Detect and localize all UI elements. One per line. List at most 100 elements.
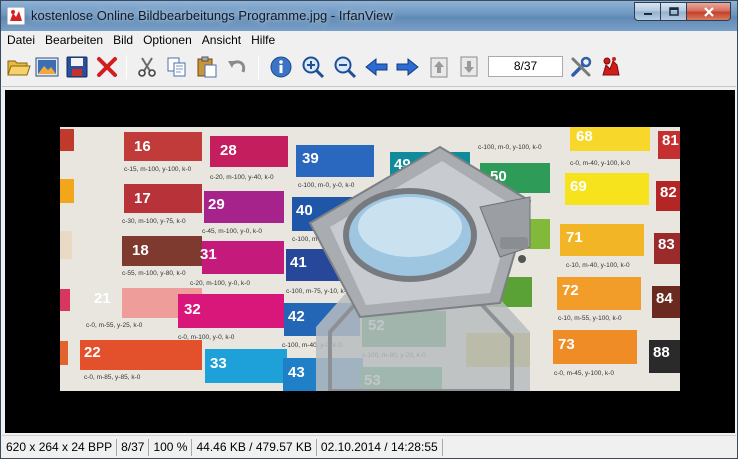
swatch-number-32: 32 xyxy=(184,301,201,318)
swatch-number-39: 39 xyxy=(302,150,319,167)
swatch-number-72: 72 xyxy=(562,282,579,299)
swatch-number-82: 82 xyxy=(660,184,677,201)
delete-button[interactable] xyxy=(94,54,120,80)
previous-page-icon xyxy=(430,57,448,78)
swatch-number-83: 83 xyxy=(658,236,675,253)
swatch-number-43: 43 xyxy=(288,364,305,381)
swatch-caption: c-30, m-100, y-75, k-0 xyxy=(122,218,186,225)
swatch-caption: c-100, m-75, y-10, k-0 xyxy=(286,288,350,295)
swatch-caption: c-0, m-45, y-100, k-0 xyxy=(554,370,614,377)
settings-button[interactable] xyxy=(568,54,594,80)
menu-bild[interactable]: Bild xyxy=(108,33,138,47)
zoom-out-button[interactable] xyxy=(332,54,358,80)
page-indicator[interactable]: 8/37 xyxy=(488,56,563,77)
next-page-button[interactable] xyxy=(456,54,482,80)
swatch-number-69: 69 xyxy=(570,178,587,195)
swatch-number-33: 33 xyxy=(210,355,227,372)
swatch-number-73: 73 xyxy=(558,336,575,353)
displayed-image: 16 17 18 21 22 28 29 31 32 33 39 40 41 4… xyxy=(60,127,680,391)
menu-bar: Datei Bearbeiten Bild Optionen Ansicht H… xyxy=(2,31,736,49)
status-datetime: 02.10.2014 / 14:28:55 xyxy=(317,438,443,456)
paste-button[interactable] xyxy=(194,54,220,80)
window-title: kostenlose Online Bildbearbeitungs Progr… xyxy=(31,8,393,23)
status-zoom: 100 % xyxy=(149,438,193,456)
copy-icon xyxy=(167,57,186,77)
status-index: 8/37 xyxy=(117,438,150,456)
window-controls xyxy=(634,2,731,21)
menu-hilfe[interactable]: Hilfe xyxy=(246,33,280,47)
next-image-button[interactable] xyxy=(394,54,420,80)
close-icon xyxy=(703,6,714,17)
toolbar-separator xyxy=(126,55,127,79)
swatch-caption: c-55, m-100, y-80, k-0 xyxy=(122,270,186,277)
open-button[interactable] xyxy=(6,54,32,80)
color-chart-photo: 16 17 18 21 22 28 29 31 32 33 39 40 41 4… xyxy=(60,127,680,391)
title-bar[interactable]: kostenlose Online Bildbearbeitungs Progr… xyxy=(1,1,737,31)
undo-icon xyxy=(228,60,246,73)
swatch-number-16: 16 xyxy=(134,138,151,155)
irfanview-window: kostenlose Online Bildbearbeitungs Progr… xyxy=(0,0,738,459)
info-icon xyxy=(270,56,292,78)
swatch-caption: c-100, m-0, y-100, k-0 xyxy=(478,144,542,151)
swatch-number-17: 17 xyxy=(134,190,151,207)
thumbnails-button[interactable] xyxy=(34,54,60,80)
minimize-icon xyxy=(643,12,652,15)
thumbnails-icon xyxy=(35,57,59,77)
delete-icon xyxy=(97,57,117,77)
maximize-icon xyxy=(668,7,679,16)
zoom-in-icon xyxy=(302,56,325,79)
swatch-number-29: 29 xyxy=(208,196,225,213)
swatch-caption: c-100, m-0, y-0, k-0 xyxy=(298,182,355,189)
cut-button[interactable] xyxy=(134,54,160,80)
image-viewer[interactable]: 16 17 18 21 22 28 29 31 32 33 39 40 41 4… xyxy=(5,90,735,433)
irfanview-icon xyxy=(602,57,620,76)
maximize-button[interactable] xyxy=(661,2,687,21)
swatch-caption: c-10, m-40, y-100, k-0 xyxy=(566,262,630,269)
swatch-caption: c-0, m-85, y-85, k-0 xyxy=(84,374,141,381)
swatch-number-31: 31 xyxy=(200,246,217,263)
toolbar: 8/37 xyxy=(2,49,736,87)
menu-optionen[interactable]: Optionen xyxy=(138,33,197,47)
menu-ansicht[interactable]: Ansicht xyxy=(197,33,246,47)
swatch-number-42: 42 xyxy=(288,308,305,325)
menu-datei[interactable]: Datei xyxy=(2,33,40,47)
zoom-out-icon xyxy=(334,56,357,79)
next-page-icon xyxy=(460,56,478,77)
swatch-number-28: 28 xyxy=(220,142,237,159)
status-dimensions: 620 x 264 x 24 BPP xyxy=(2,438,118,456)
menu-bearbeiten[interactable]: Bearbeiten xyxy=(40,33,108,47)
swatch-caption: c-45, m-100, y-0, k-0 xyxy=(202,228,262,235)
swatch-number-40: 40 xyxy=(296,202,313,219)
toolbar-separator xyxy=(258,55,259,79)
swatch-caption: c-10, m-55, y-100, k-0 xyxy=(558,315,622,322)
previous-page-button[interactable] xyxy=(426,54,452,80)
swatch-caption: c-15, m-100, y-100, k-0 xyxy=(124,166,192,173)
swatch-caption: c-20, m-100, y-0, k-0 xyxy=(190,280,250,287)
swatch-number-81: 81 xyxy=(662,132,679,149)
swatch-number-88: 88 xyxy=(653,344,670,361)
swatch-number-41: 41 xyxy=(290,254,307,271)
close-button[interactable] xyxy=(687,2,731,21)
cut-icon xyxy=(138,57,156,77)
save-button[interactable] xyxy=(64,54,90,80)
irfanview-app-icon[interactable] xyxy=(7,7,25,25)
zoom-in-button[interactable] xyxy=(300,54,326,80)
swatch-number-68: 68 xyxy=(576,128,593,145)
minimize-button[interactable] xyxy=(634,2,661,21)
copy-button[interactable] xyxy=(164,54,190,80)
next-icon xyxy=(396,57,419,77)
previous-image-button[interactable] xyxy=(364,54,390,80)
settings-icon xyxy=(571,56,592,77)
save-icon xyxy=(66,56,88,78)
swatch-caption: c-0, m-40, y-100, k-0 xyxy=(570,160,630,167)
swatch-number-84: 84 xyxy=(656,290,673,307)
swatch-number-22: 22 xyxy=(84,344,101,361)
irfanview-about-button[interactable] xyxy=(598,54,624,80)
undo-button[interactable] xyxy=(224,54,250,80)
swatch-number-18: 18 xyxy=(132,242,149,259)
swatch-caption: c-20, m-100, y-40, k-0 xyxy=(210,174,274,181)
status-filesize: 44.46 KB / 479.57 KB xyxy=(192,438,317,456)
swatch-caption: c-0, m-100, y-0, k-0 xyxy=(178,334,235,341)
info-button[interactable] xyxy=(268,54,294,80)
swatch-caption: c-0, m-55, y-25, k-0 xyxy=(86,322,143,329)
